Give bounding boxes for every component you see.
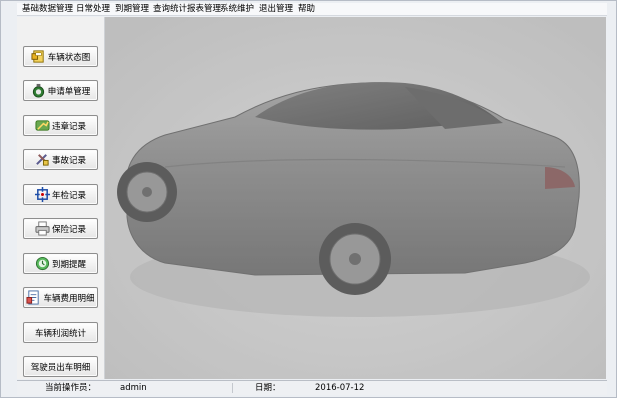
inspection-icon: [34, 187, 50, 202]
reminder-icon: [35, 256, 50, 271]
menu-item-exit[interactable]: 退出管理: [256, 3, 296, 16]
insurance-record-button[interactable]: 保险记录: [23, 218, 98, 239]
main-window: 基础数据管理 日常处理 到期管理 查询统计报表管理 系统维护 退出管理 帮助 车…: [0, 0, 617, 398]
application-form-button[interactable]: 申请单管理: [23, 80, 98, 101]
vehicle-status-button[interactable]: 车辆状态图: [23, 46, 98, 67]
car-status-icon: [31, 50, 44, 63]
menu-item-help[interactable]: 帮助: [295, 3, 318, 16]
sidebar-button-label: 车辆费用明细: [43, 293, 95, 304]
menu-item-expiry[interactable]: 到期管理: [112, 3, 152, 16]
main-canvas: [105, 17, 606, 379]
sidebar-button-label: 保险记录: [51, 224, 86, 235]
printer-icon: [35, 221, 50, 236]
vehicle-cost-detail-button[interactable]: 车辆费用明细: [23, 287, 98, 308]
menu-item-system[interactable]: 系统维护: [217, 3, 257, 16]
sidebar-button-label: 车辆状态图: [47, 52, 91, 63]
date-label: 日期：: [255, 383, 281, 393]
sidebar: 车辆状态图 申请单管理 违章记录 事故记录 年检记录 保险记录 到期提醒 车辆费…: [17, 17, 105, 379]
money-bag-icon: [32, 83, 44, 98]
menu-item-daily[interactable]: 日常处理: [73, 3, 113, 16]
expiry-reminder-button[interactable]: 到期提醒: [23, 253, 98, 274]
sidebar-button-label: 事故记录: [51, 155, 86, 166]
menu-item-reports[interactable]: 查询统计报表管理: [150, 3, 224, 16]
operator-label: 当前操作员：: [45, 383, 97, 393]
date-value: 2016-07-12: [315, 383, 365, 393]
sidebar-button-label: 到期提醒: [51, 259, 86, 270]
sidebar-button-label: 年检记录: [51, 190, 86, 201]
cost-detail-icon: [26, 290, 40, 305]
status-divider: [232, 383, 233, 393]
violation-icon: [35, 120, 50, 131]
car-background-image: [105, 17, 606, 379]
sidebar-button-label: 车辆利润统计: [34, 328, 86, 339]
operator-value: admin: [120, 383, 147, 393]
vehicle-profit-stats-button[interactable]: 车辆利润统计: [23, 322, 98, 343]
status-bar: 当前操作员： admin 日期： 2016-07-12: [17, 380, 607, 395]
menu-bar: 基础数据管理 日常处理 到期管理 查询统计报表管理 系统维护 退出管理 帮助: [17, 3, 607, 16]
driver-trip-detail-button[interactable]: 驾驶员出车明细: [23, 356, 98, 377]
sidebar-button-label: 驾驶员出车明细: [30, 362, 91, 373]
sidebar-button-label: 申请单管理: [47, 86, 91, 97]
sidebar-button-label: 违章记录: [51, 121, 86, 132]
accident-tools-icon: [36, 154, 49, 166]
violation-record-button[interactable]: 违章记录: [23, 115, 98, 136]
menu-item-basic-data[interactable]: 基础数据管理: [19, 3, 76, 16]
accident-record-button[interactable]: 事故记录: [23, 149, 98, 170]
annual-inspection-button[interactable]: 年检记录: [23, 184, 98, 205]
